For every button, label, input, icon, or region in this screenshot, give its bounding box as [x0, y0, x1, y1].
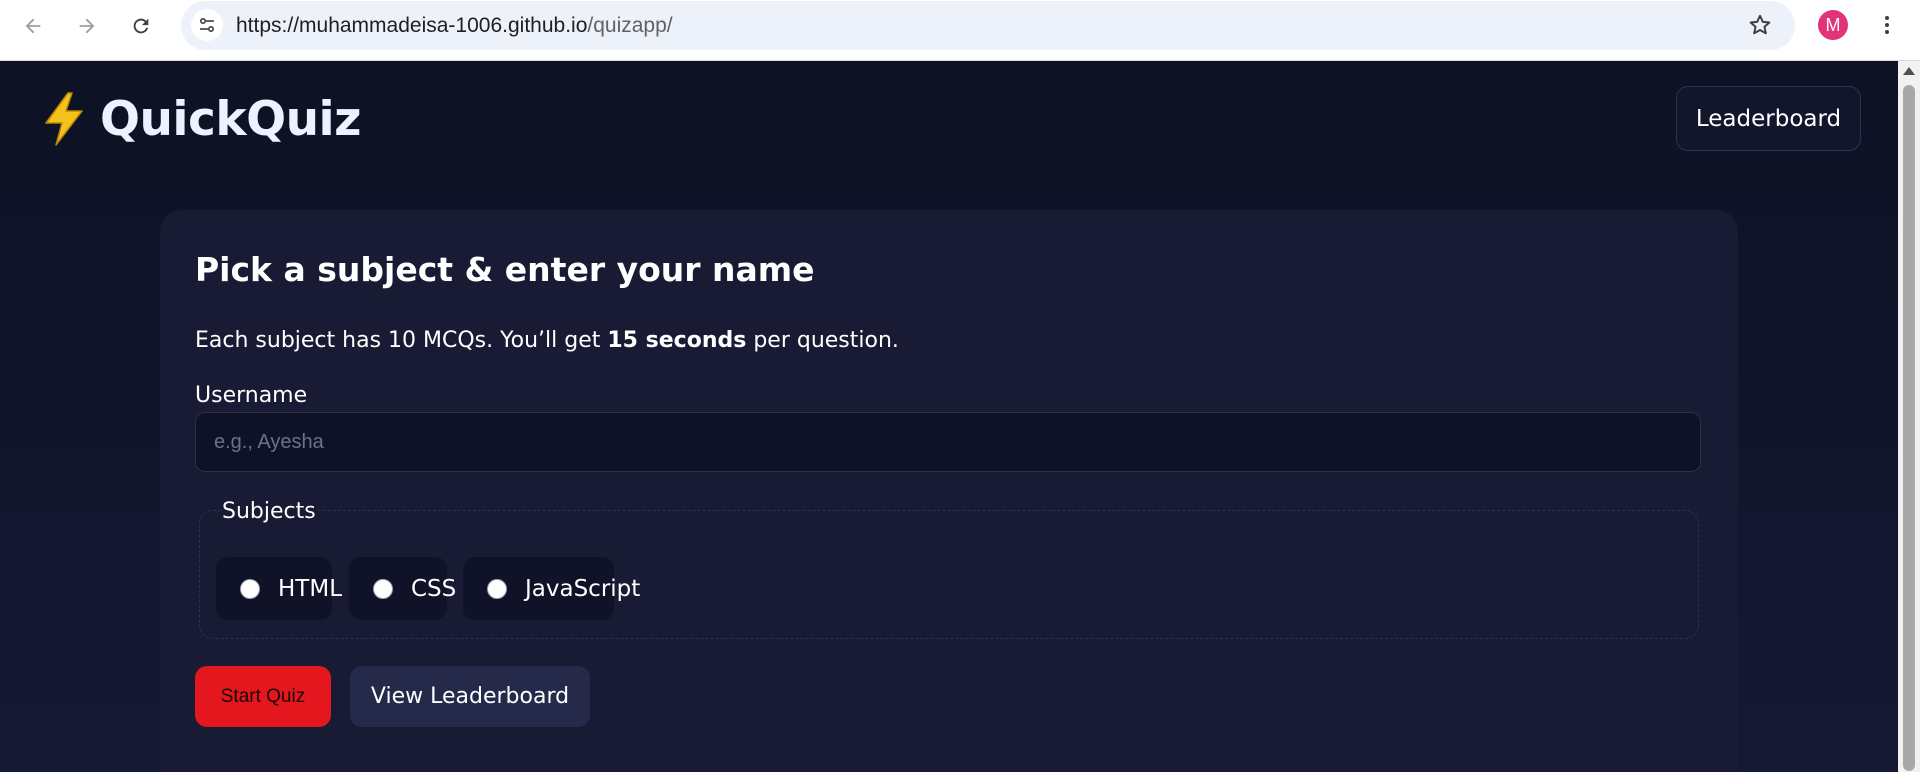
username-label: Username [195, 383, 308, 408]
view-leaderboard-button[interactable]: View Leaderboard [350, 666, 590, 727]
star-icon[interactable] [1747, 12, 1773, 38]
back-arrow-icon[interactable] [17, 10, 49, 42]
subject-label-html: HTML [278, 575, 343, 602]
brand[interactable]: QuickQuiz [38, 91, 362, 147]
subject-label-css: CSS [411, 575, 457, 602]
card-description: Each subject has 10 MCQs. You’ll get 15 … [195, 328, 899, 353]
subject-option-css[interactable]: CSS [349, 557, 456, 620]
subject-label-javascript: JavaScript [525, 575, 641, 602]
subjects-legend: Subjects [220, 499, 318, 524]
forward-arrow-icon[interactable] [71, 10, 103, 42]
scroll-up-arrow-icon[interactable] [1903, 67, 1915, 75]
username-input[interactable] [195, 412, 1701, 472]
profile-avatar[interactable]: M [1818, 10, 1848, 40]
start-quiz-button[interactable]: Start Quiz [195, 666, 331, 727]
desc-prefix: Each subject has 10 MCQs. You’ll get [195, 328, 608, 353]
subjects-fieldset: Subjects HTML CSS JavaScript [199, 499, 1699, 639]
subject-option-html[interactable]: HTML [216, 557, 342, 620]
scrollbar-thumb[interactable] [1903, 85, 1915, 771]
url-path: /quizapp/ [587, 14, 673, 37]
desc-bold: 15 seconds [607, 328, 747, 353]
leaderboard-button[interactable]: Leaderboard [1676, 86, 1861, 151]
subject-option-javascript[interactable]: JavaScript [463, 557, 640, 620]
radio-html[interactable] [240, 578, 260, 599]
page-scrollbar[interactable] [1898, 61, 1920, 772]
url-host: https://muhammadeisa-1006.github.io [236, 14, 588, 37]
desc-suffix: per question. [746, 328, 899, 353]
page-viewport: QuickQuiz Leaderboard Pick a subject & e… [0, 61, 1898, 772]
browser-toolbar: https://muhammadeisa-1006.github.io/quiz… [0, 0, 1920, 61]
card-title: Pick a subject & enter your name [195, 250, 815, 289]
brand-name: QuickQuiz [100, 91, 362, 147]
radio-css[interactable] [373, 578, 393, 599]
lightning-bolt-icon [45, 92, 83, 146]
site-info-icon[interactable] [191, 9, 223, 41]
more-vert-icon[interactable] [1872, 10, 1902, 40]
url-text[interactable]: https://muhammadeisa-1006.github.io/quiz… [236, 14, 673, 38]
address-bar[interactable]: https://muhammadeisa-1006.github.io/quiz… [181, 1, 1795, 50]
setup-card: Pick a subject & enter your name Each su… [160, 210, 1738, 772]
reload-icon[interactable] [125, 10, 157, 42]
radio-javascript[interactable] [487, 578, 507, 599]
